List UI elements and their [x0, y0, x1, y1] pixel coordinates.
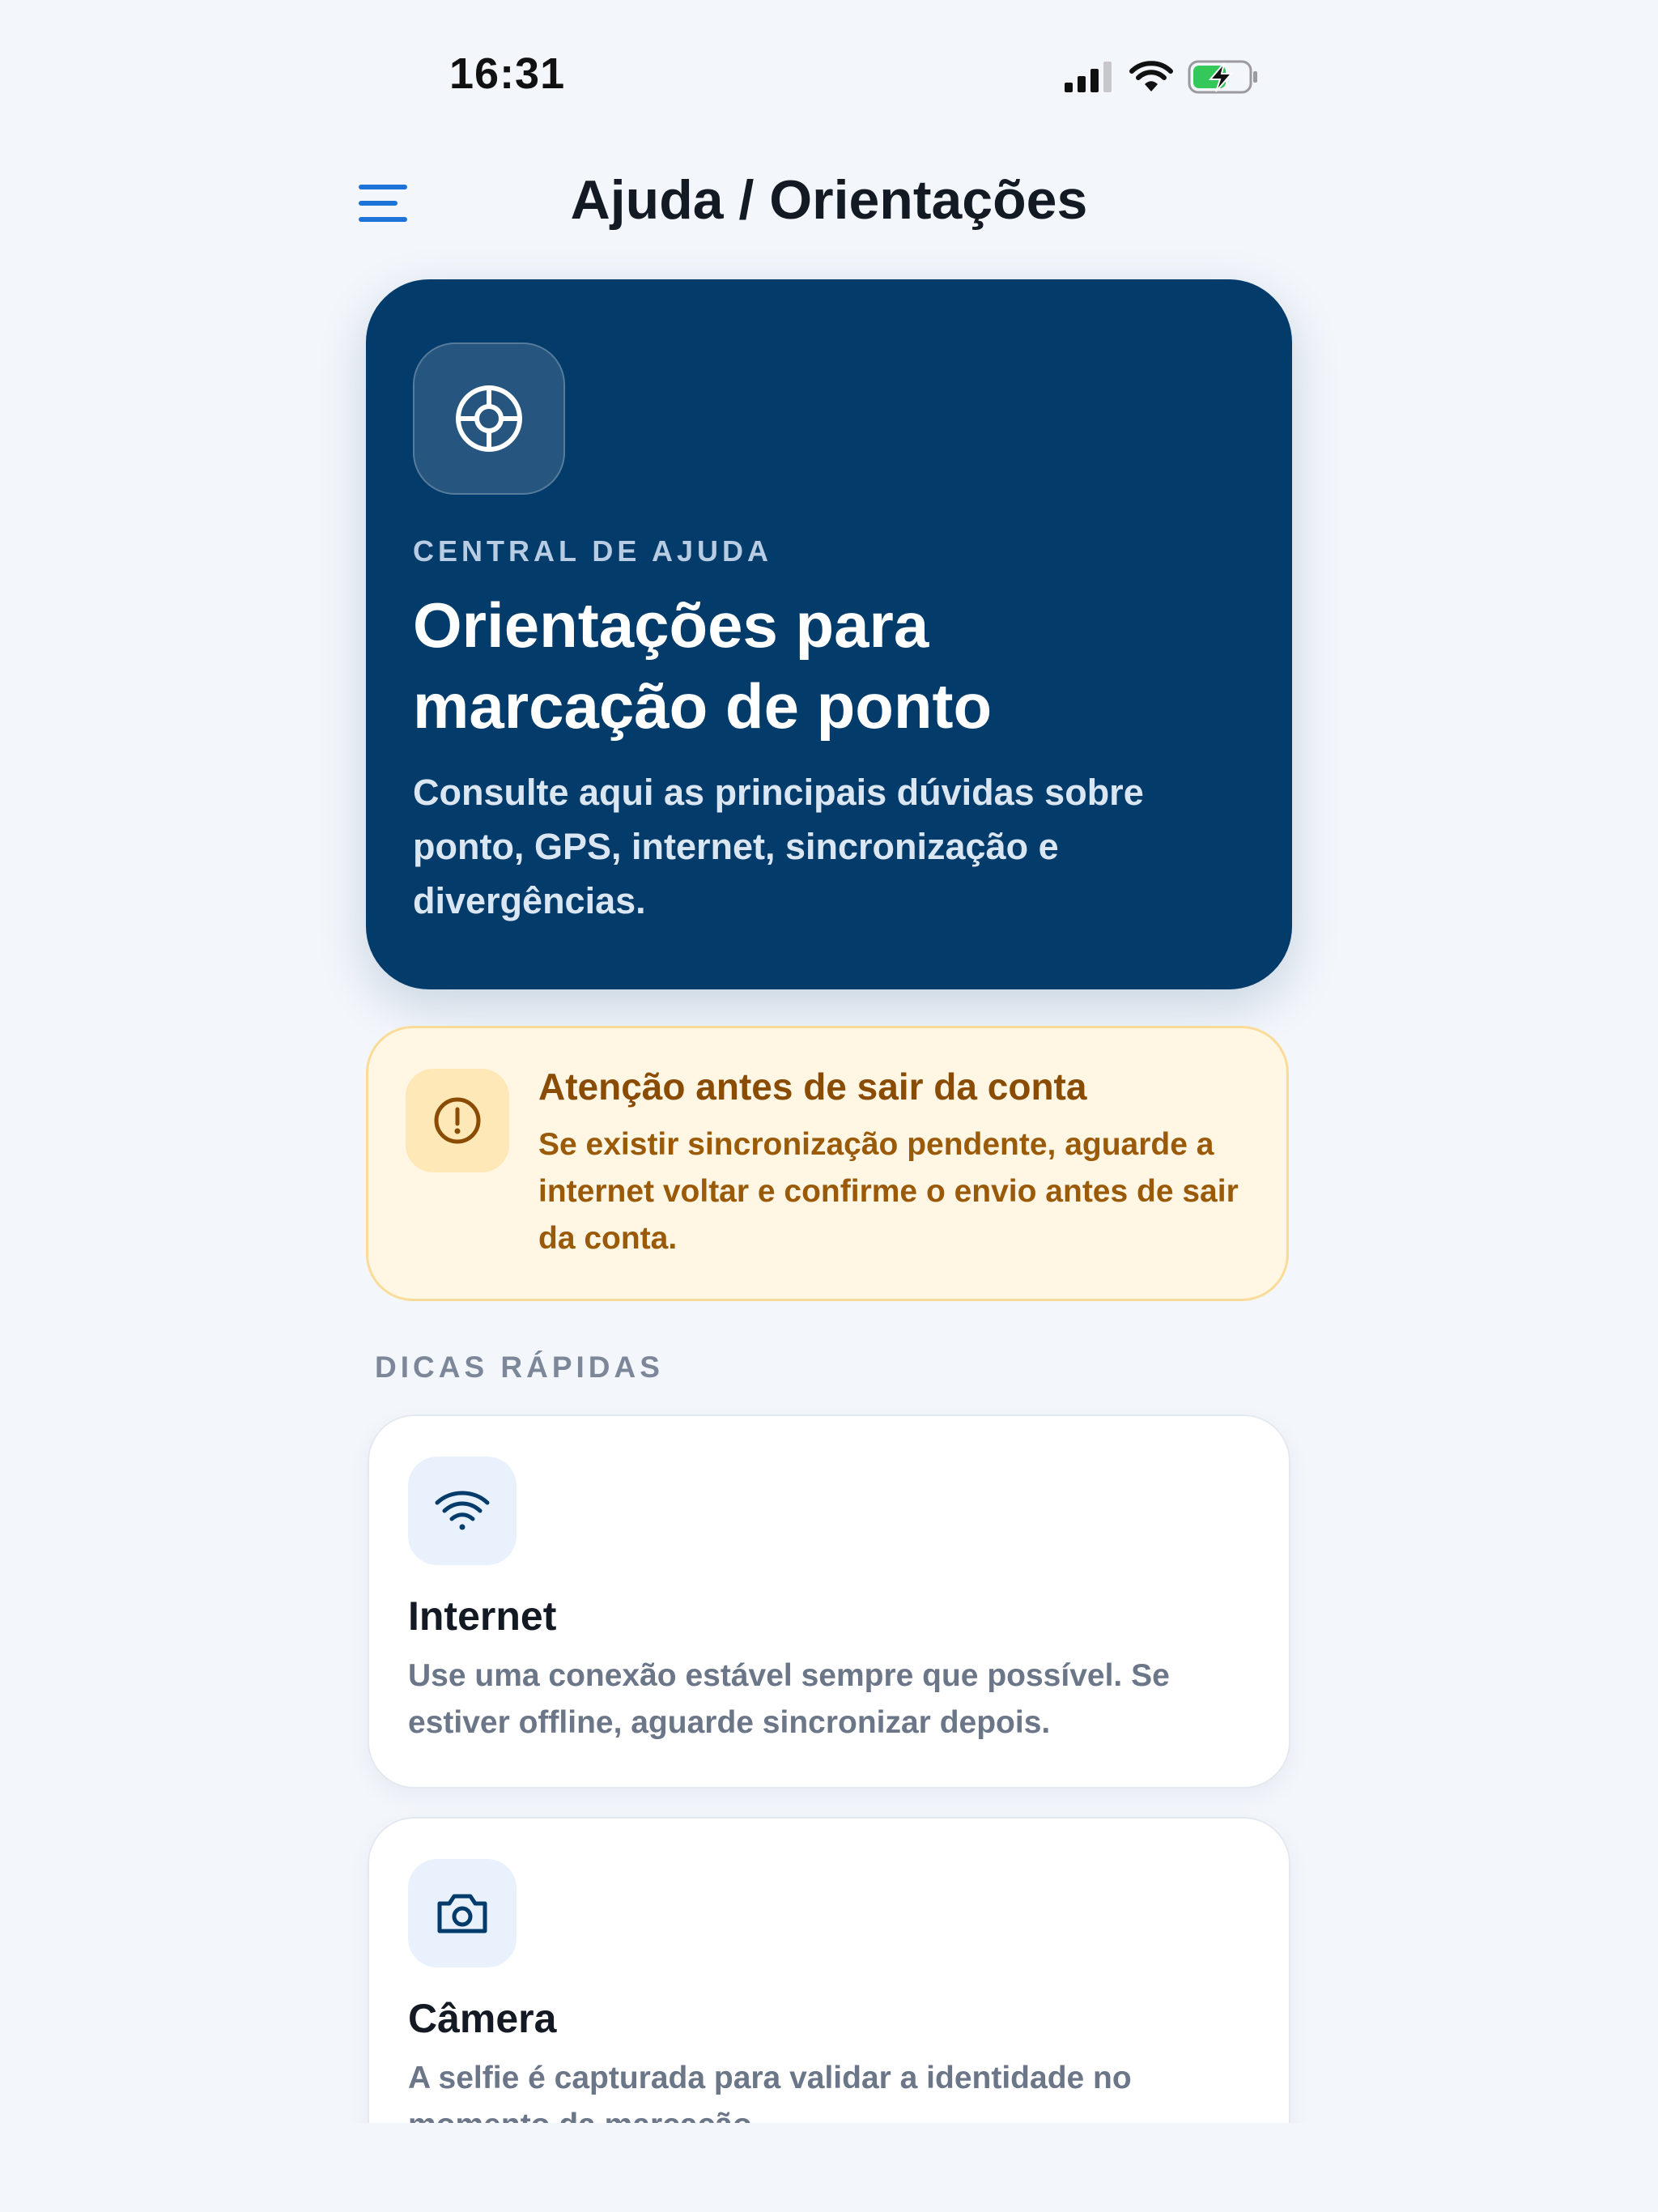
tip-text: A selfie é capturada para validar a iden… [408, 2061, 1132, 2123]
battery-charging-icon [1188, 60, 1257, 94]
hero-kicker: CENTRAL DE AJUDA [413, 534, 773, 568]
tip-card-internet: Internet Use uma conexão estável sempre … [368, 1414, 1290, 1789]
top-app-bar: Ajuda / Orientações [318, 154, 1340, 259]
status-icons [1065, 57, 1259, 97]
tip-text: Use uma conexão estável sempre que possí… [408, 1658, 1170, 1740]
wifi-status-icon [1129, 61, 1173, 91]
tip-title: Câmera [408, 1996, 557, 2041]
alert-text: Se existir sincronização pendente, aguar… [538, 1127, 1239, 1256]
wifi-icon [408, 1457, 517, 1565]
status-bar: 16:31 [318, 0, 1340, 146]
cellular-signal-icon [1065, 62, 1112, 92]
logout-warning-alert: Atenção antes de sair da conta Se existi… [366, 1026, 1289, 1301]
lifebuoy-icon [413, 342, 565, 495]
camera-icon [408, 1859, 517, 1967]
tip-title: Internet [408, 1593, 557, 1639]
quick-tips-section-title: DICAS RÁPIDAS [375, 1351, 664, 1384]
help-center-hero-card: CENTRAL DE AJUDA Orientações para marcaç… [366, 279, 1292, 989]
warning-icon [406, 1069, 509, 1172]
alert-title: Atenção antes de sair da conta [538, 1066, 1087, 1108]
status-time: 16:31 [449, 49, 566, 98]
tip-card-camera: Câmera A selfie é capturada para validar… [368, 1817, 1290, 2123]
screen: 16:31 Ajuda / Orientações CENTRAL DE AJU… [318, 0, 1340, 2123]
hero-description: Consulte aqui as principais dúvidas sobr… [413, 772, 1144, 921]
page-title: Ajuda / Orientações [570, 169, 1088, 231]
hero-title: Orientações para marcação de ponto [413, 589, 993, 742]
